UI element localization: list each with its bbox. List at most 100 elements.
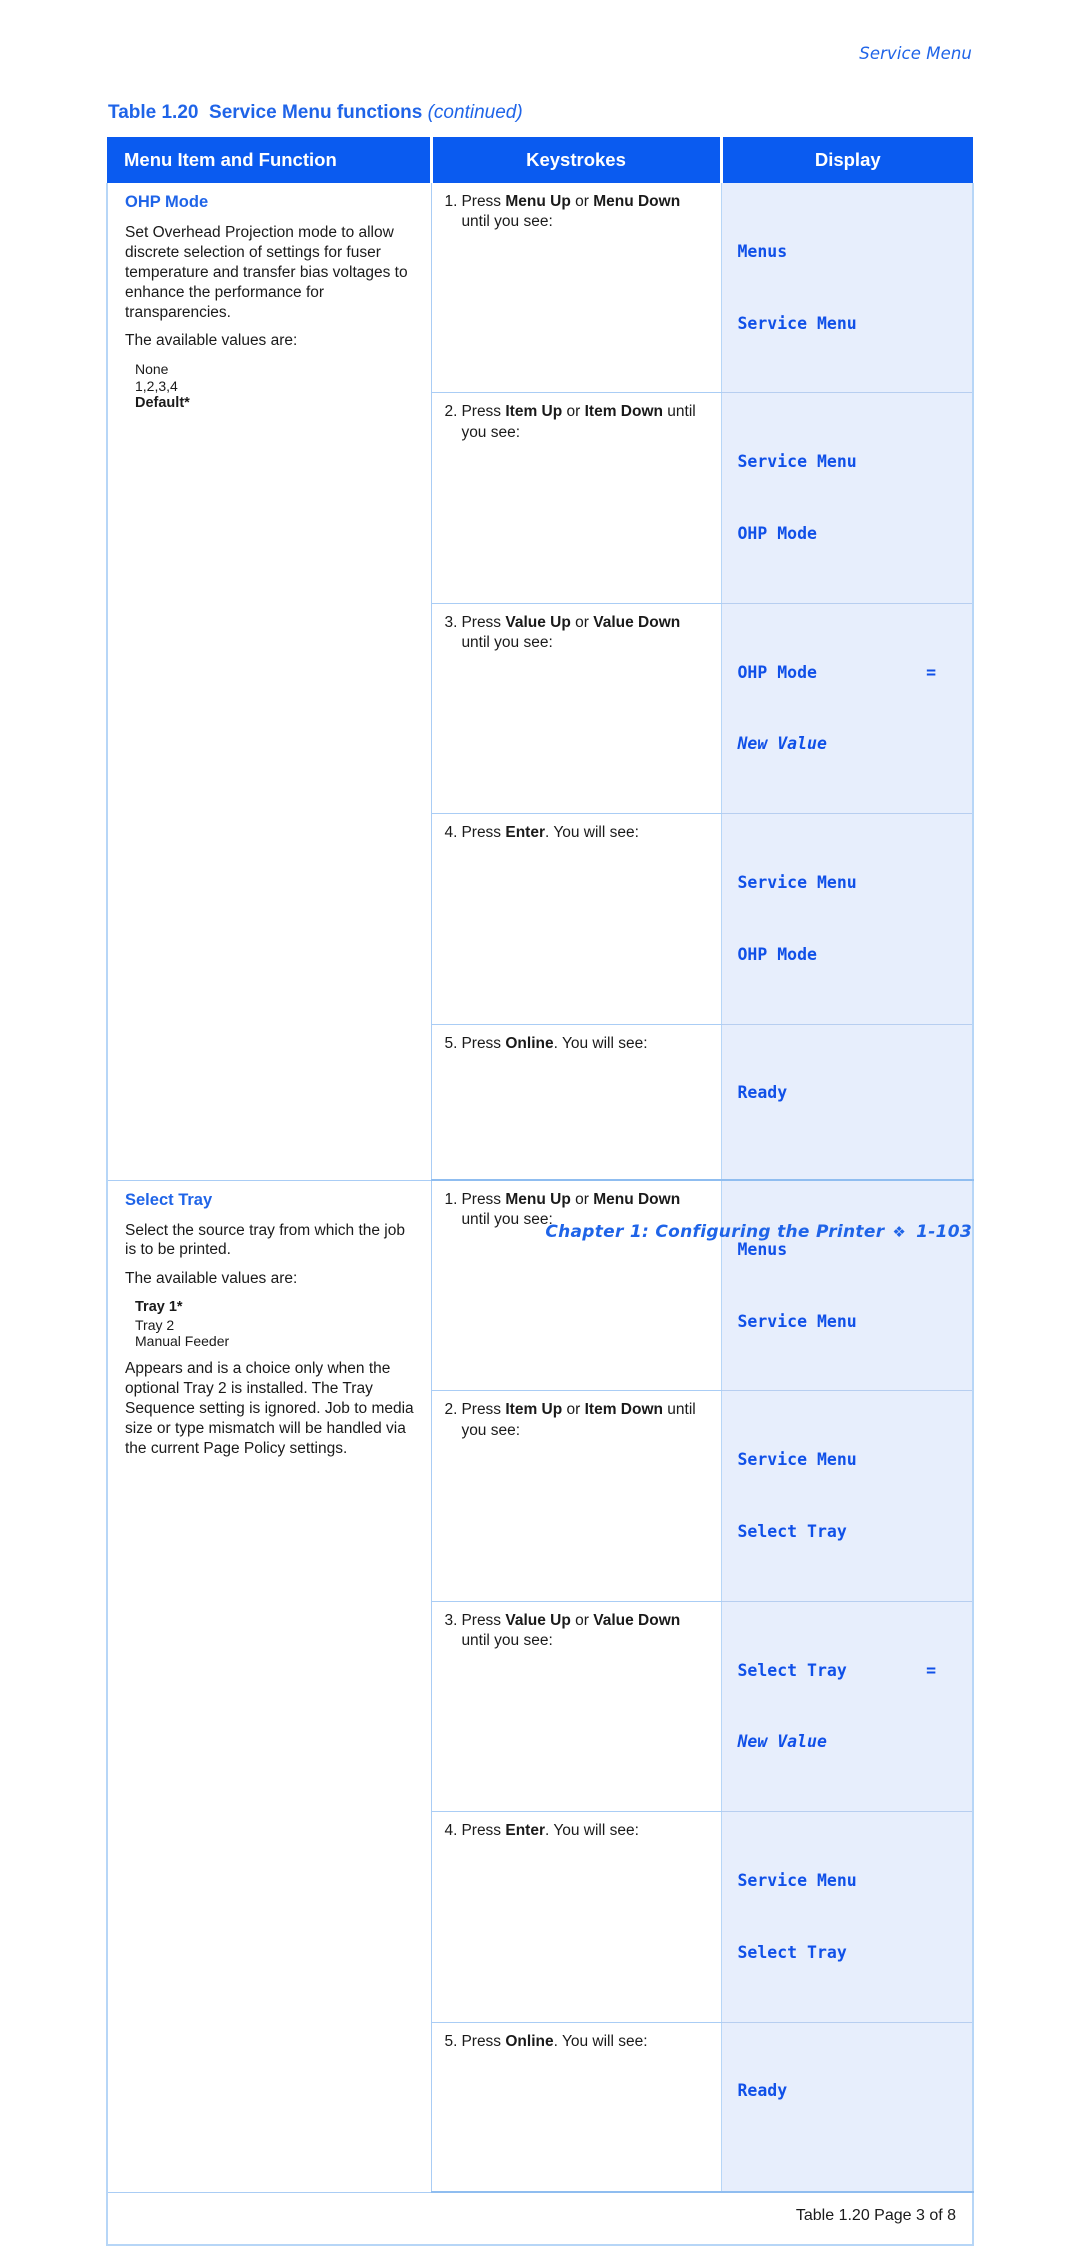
step-text: Press Online. You will see: [461, 2032, 648, 2050]
value-option: 1,2,3,4 [135, 378, 178, 395]
keystroke-step: 2. Press Item Up or Item Down until you … [445, 1399, 709, 1440]
step-text: Press Online. You will see: [461, 1034, 648, 1052]
menu-item-cell-ohp-mode: OHP Mode Set Overhead Projection mode to… [106, 183, 432, 1181]
keystroke-step: 4. Press Enter. You will see: [445, 1820, 709, 1841]
step-text: Press Value Up or Value Down until you s… [461, 613, 681, 651]
diamond-icon: ❖ [892, 1223, 907, 1241]
display-cell: OHP Mode = New Value [721, 603, 974, 815]
key-label: Item Down [584, 1401, 663, 1419]
step-number: 5. [444, 2032, 458, 2050]
step-text: Press Menu Up or Menu Down until you see… [461, 193, 681, 231]
keystroke-cell: 3. Press Value Up or Value Down until yo… [431, 1601, 722, 1813]
display-cell: Service Menu Select Tray [721, 1811, 974, 2023]
keystroke-cell: 4. Press Enter. You will see: [431, 1811, 722, 2023]
step-number: 2. [444, 403, 458, 421]
keystroke-cell: 2. Press Item Up or Item Down until you … [431, 1390, 722, 1602]
display-line: Ready [737, 2081, 788, 2101]
step-text: Press Enter. You will see: [461, 824, 639, 842]
keystroke-cell: 4. Press Enter. You will see: [431, 813, 722, 1025]
keystroke-cell: 3. Press Value Up or Value Down until yo… [431, 603, 722, 815]
document-page: Service Menu Table 1.20 Service Menu fun… [0, 0, 1080, 2246]
key-label: Item Up [505, 1401, 563, 1419]
keystroke-cell: 1. Press Menu Up or Menu Down until you … [431, 183, 722, 394]
key-label: Value Down [593, 613, 681, 631]
display-line: Service Menu [737, 872, 857, 892]
display-line: Select Tray [737, 1942, 847, 1962]
display-cell: Menus Service Menu [721, 183, 974, 394]
keystroke-cell: 1. Press Menu Up or Menu Down until you … [431, 1180, 722, 1392]
value-option-default: Tray 1* [135, 1299, 183, 1316]
service-menu-table: Menu Item and Function Keystrokes Displa… [106, 137, 974, 2246]
display-line: OHP Mode [737, 944, 817, 964]
step-text: Press Value Up or Value Down until you s… [461, 1611, 681, 1649]
table-header-row: Menu Item and Function Keystrokes Displa… [107, 137, 973, 183]
key-label: Value Up [505, 613, 571, 631]
display-equals: = [926, 662, 936, 682]
display-cell: Ready [721, 2022, 974, 2194]
display-cell: Service Menu OHP Mode [721, 813, 974, 1025]
key-label: Online [505, 2032, 554, 2050]
step-text: Press Item Up or Item Down until you see… [461, 1401, 696, 1439]
table-caption-footer: Table 1.20 Page 3 of 8 [106, 2192, 974, 2246]
step-number: 2. [444, 1401, 458, 1419]
value-option-default: Default* [135, 394, 190, 411]
display-line: Service Menu [737, 452, 857, 472]
step-number: 4. [444, 824, 458, 842]
menu-item-description: Select the source tray from which the jo… [125, 1221, 405, 1259]
display-cell: Select Tray = New Value [721, 1601, 974, 1813]
display-line: OHP Mode = [738, 661, 963, 685]
display-line: Service Menu [737, 1871, 857, 1891]
display-param: OHP Mode [737, 662, 817, 682]
step-number: 1. [444, 193, 458, 210]
column-header-keystrokes: Keystrokes [431, 137, 723, 183]
menu-item-description: Set Overhead Projection mode to allow di… [125, 223, 408, 321]
key-label: Enter [505, 1822, 545, 1840]
display-line: Service Menu [737, 1450, 857, 1470]
keystroke-step: 3. Press Value Up or Value Down until yo… [445, 1610, 709, 1651]
step-number: 4. [444, 1822, 458, 1840]
step-number: 1. [444, 1191, 458, 1209]
key-label: Value Up [505, 1611, 571, 1629]
display-line: Select Tray [737, 1522, 847, 1542]
keystroke-step: 3. Press Value Up or Value Down until yo… [445, 612, 709, 653]
key-label: Menu Down [593, 193, 681, 210]
value-option: None [135, 361, 169, 378]
key-label: Menu Up [505, 1191, 571, 1209]
table-caption-row: Table 1.20 Page 3 of 8 [106, 2192, 974, 2246]
step-number: 5. [444, 1034, 458, 1052]
keystroke-cell: 2. Press Item Up or Item Down until you … [431, 392, 722, 604]
display-line: Menus [737, 241, 788, 261]
keystroke-cell: 5. Press Online. You will see: [431, 2022, 722, 2194]
display-line: OHP Mode [737, 523, 817, 543]
table-row: OHP Mode Set Overhead Projection mode to… [106, 183, 974, 1181]
page-footer: Chapter 1: Configuring the Printer ❖ 1-103 [545, 1222, 972, 1242]
table-body: OHP Mode Set Overhead Projection mode to… [106, 183, 974, 2246]
display-line: Select Tray = [738, 1659, 963, 1683]
keystroke-cell: 5. Press Online. You will see: [431, 1024, 722, 1182]
display-line: Ready [737, 1083, 788, 1103]
display-line: New Value [737, 1732, 827, 1752]
menu-item-heading: Select Tray [125, 1190, 213, 1209]
step-text: Press Enter. You will see: [461, 1822, 639, 1840]
menu-item-value-list: Tray 1* Tray 2 Manual Feeder [125, 1299, 417, 1350]
menu-item-heading: OHP Mode [125, 193, 209, 211]
footer-chapter: Chapter 1: Configuring the Printer [545, 1222, 885, 1242]
value-option: Tray 2 [135, 1316, 175, 1333]
display-cell: Ready [721, 1024, 974, 1182]
value-option: Manual Feeder [135, 1333, 230, 1350]
keystroke-step: 4. Press Enter. You will see: [445, 822, 709, 843]
menu-item-values-intro: The available values are: [125, 1270, 298, 1288]
key-label: Value Down [593, 1611, 681, 1629]
column-header-menu-item: Menu Item and Function [107, 137, 433, 183]
table-row: Select Tray Select the source tray from … [106, 1180, 974, 2193]
key-label: Enter [505, 824, 545, 842]
key-label: Online [505, 1034, 554, 1052]
footer-page-number: 1-103 [916, 1222, 972, 1242]
menu-item-value-list: None 1,2,3,4 Default* [125, 361, 417, 412]
display-param: Select Tray [737, 1660, 847, 1680]
table-title: Table 1.20 Service Menu functions (conti… [108, 102, 523, 124]
key-label: Item Up [505, 403, 563, 421]
table-title-continued: (continued) [427, 102, 523, 123]
key-label: Menu Up [505, 193, 571, 210]
display-line: Service Menu [737, 1311, 857, 1331]
